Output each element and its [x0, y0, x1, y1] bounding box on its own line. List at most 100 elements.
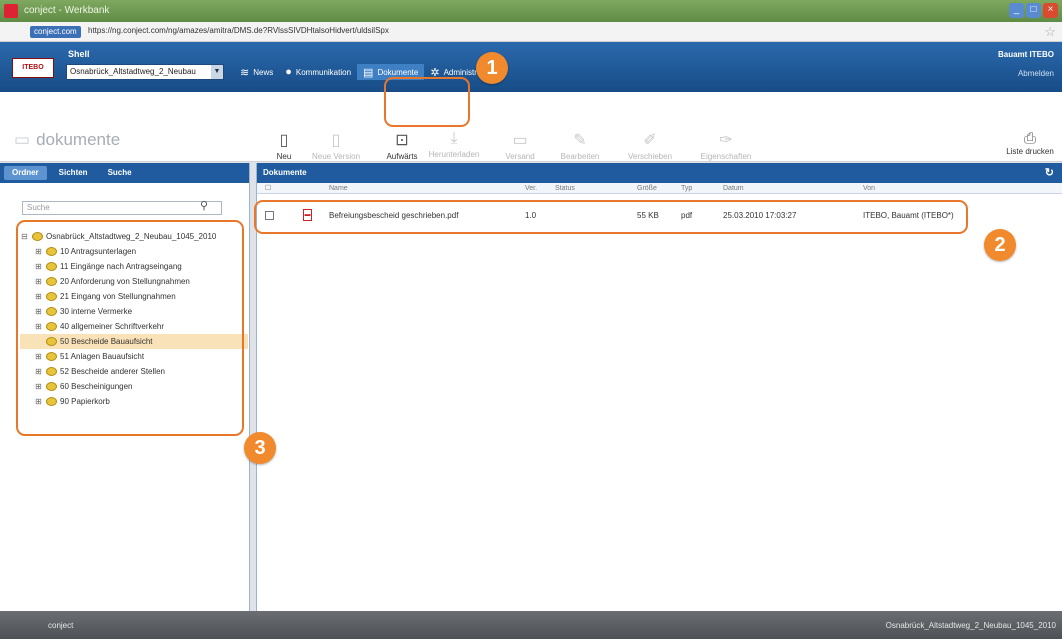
status-left: conject [48, 621, 74, 630]
properties-button[interactable]: ✑ Eigenschaften [698, 130, 754, 161]
folder-tree: ⊟ Osnabrück_Altstadtweg_2_Neubau_1045_201… [20, 229, 248, 409]
callout-number-2: 2 [984, 229, 1016, 261]
tree-item[interactable]: ⊞ 60 Bescheinigungen [20, 379, 248, 394]
callout-number-3: 3 [244, 432, 276, 464]
expand-icon: ⊞ [35, 352, 42, 361]
tree-item[interactable]: ⊞ 30 interne Vermerke [20, 304, 248, 319]
tab-ordner[interactable]: Ordner [4, 166, 47, 180]
col-size[interactable]: Größe [637, 183, 657, 194]
documents-header: Dokumente ↻ [257, 163, 1062, 183]
folder-icon [46, 367, 57, 376]
tab-suche[interactable]: Suche [100, 166, 140, 180]
nav-dokumente[interactable]: ▤ Dokumente [357, 64, 425, 80]
expand-icon: ⊞ [35, 367, 42, 376]
site-badge: conject.com [30, 26, 81, 38]
download-icon: ⤓ [450, 130, 458, 147]
new-document-icon: ▯ [279, 132, 289, 149]
folder-icon [32, 232, 43, 241]
search-icon[interactable]: ⚲ [200, 199, 208, 212]
tree-root[interactable]: ⊟ Osnabrück_Altstadtweg_2_Neubau_1045_201… [20, 229, 248, 244]
folder-icon [46, 322, 57, 331]
collapse-icon: ⊟ [21, 232, 28, 241]
app-icon [4, 4, 18, 18]
tree-item[interactable]: ⊞ 90 Papierkorb [20, 394, 248, 409]
tree-item[interactable]: ⊞ 51 Anlagen Bauaufsicht [20, 349, 248, 364]
favorite-star-icon[interactable]: ☆ [1044, 24, 1056, 40]
version-icon: ▯ [331, 132, 341, 149]
callout-number-1: 1 [476, 52, 508, 84]
new-button[interactable]: ▯ Neu [256, 130, 312, 161]
send-button[interactable]: ▭ Versand [492, 130, 548, 161]
rss-icon: ≋ [240, 66, 250, 79]
col-status[interactable]: Status [555, 183, 575, 194]
chevron-down-icon[interactable]: ▼ [211, 65, 223, 79]
col-name[interactable]: Name [329, 183, 348, 194]
tab-sichten[interactable]: Sichten [51, 166, 96, 180]
doc-name[interactable]: Befreiungsbescheid geschrieben.pdf [329, 211, 458, 220]
expand-icon: ⊞ [35, 262, 42, 271]
doc-from: ITEBO, Bauamt (ITEBO*) [863, 211, 954, 220]
address-bar: conject.com https://ng.conject.com/ng/am… [0, 22, 1062, 42]
folder-icon [46, 397, 57, 406]
tree-item[interactable]: ⊞ 10 Antragsunterlagen [20, 244, 248, 259]
folder-icon [46, 352, 57, 361]
status-right: Osnabrück_Altstadtweg_2_Neubau_1045_2010 [885, 621, 1056, 630]
edit-button[interactable]: ✎ Bearbeiten [552, 130, 608, 161]
print-list-button[interactable]: ⎙ Liste drucken [1002, 130, 1058, 156]
folder-icon [46, 382, 57, 391]
nav-kommunikation[interactable]: ● Kommunikation [279, 64, 357, 80]
tree-item[interactable]: ⊞ 11 Eingänge nach Antragseingang [20, 259, 248, 274]
tree-item[interactable]: ⊞ 20 Anforderung von Stellungnahmen [20, 274, 248, 289]
tree-item-selected[interactable]: 50 Bescheide Bauaufsicht [20, 334, 248, 349]
select-all-checkbox[interactable]: ☐ [265, 183, 271, 194]
col-ver[interactable]: Ver. [525, 183, 537, 194]
move-icon: ✐ [643, 132, 657, 149]
logout-link[interactable]: Abmelden [998, 69, 1054, 78]
close-button[interactable]: × [1043, 3, 1058, 18]
refresh-icon[interactable]: ↻ [1045, 163, 1054, 183]
toolbar: ▭ dokumente ▯ Neu ▯ Neue Version ⊡ Aufwärts … [0, 92, 1062, 162]
table-row[interactable]: ▬ Befreiungsbescheid geschrieben.pdf 1.0… [257, 204, 1057, 226]
module-icon: ▭ [14, 130, 31, 149]
folder-search-input[interactable]: Suche [22, 201, 222, 215]
minimize-button[interactable]: _ [1009, 3, 1024, 18]
status-bar: conject Osnabrück_Altstadtweg_2_Neubau_1… [0, 611, 1062, 639]
expand-icon: ⊞ [35, 382, 42, 391]
folder-up-icon: ⊡ [395, 132, 409, 149]
maximize-button[interactable]: □ [1026, 3, 1041, 18]
row-checkbox[interactable] [265, 211, 274, 220]
app-header: ITEBO Shell Osnabrück_Altstadtweg_2_Neub… [0, 42, 1062, 92]
expand-icon: ⊞ [35, 307, 42, 316]
folder-icon [46, 307, 57, 316]
nav-news[interactable]: ≋ News [234, 64, 279, 80]
user-name: Bauamt ITEBO [997, 50, 1054, 59]
pdf-icon: ▬ [303, 209, 312, 221]
download-button[interactable]: ⤓ Herunterladen [426, 130, 482, 159]
tree-item[interactable]: ⊞ 21 Eingang von Stellungnahmen [20, 289, 248, 304]
new-version-button[interactable]: ▯ Neue Version [308, 130, 364, 161]
folder-icon [46, 337, 57, 346]
folder-icon [46, 292, 57, 301]
project-select[interactable]: Osnabrück_Altstadtweg_2_Neubau ▼ [66, 64, 224, 80]
col-from[interactable]: Von [863, 183, 875, 194]
column-header: ☐ Name Ver. Status Größe Typ Datum Von [257, 183, 1062, 194]
url-field[interactable]: https://ng.conject.com/ng/amazes/amitra/… [88, 26, 389, 35]
project-label: Shell [68, 49, 90, 59]
window-title: conject - Werkbank [24, 5, 110, 16]
col-date[interactable]: Datum [723, 183, 744, 194]
module-title: ▭ dokumente [14, 130, 121, 149]
gear-icon: ✲ [430, 66, 440, 79]
col-type[interactable]: Typ [681, 183, 692, 194]
wrench-icon: ✑ [719, 132, 733, 149]
expand-icon: ⊞ [35, 247, 42, 256]
send-icon: ▭ [512, 132, 528, 149]
tree-item[interactable]: ⊞ 40 allgemeiner Schriftverkehr [20, 319, 248, 334]
tree-item[interactable]: ⊞ 52 Bescheide anderer Stellen [20, 364, 248, 379]
doc-version: 1.0 [525, 211, 537, 220]
move-button[interactable]: ✐ Verschieben [622, 130, 678, 161]
doc-type: pdf [681, 211, 693, 220]
upward-button[interactable]: ⊡ Aufwärts [374, 130, 430, 161]
brand-logo: ITEBO [12, 58, 54, 78]
user-info[interactable]: Bauamt ITEBO Abmelden [998, 50, 1054, 78]
speech-bubble-icon: ● [285, 66, 292, 78]
